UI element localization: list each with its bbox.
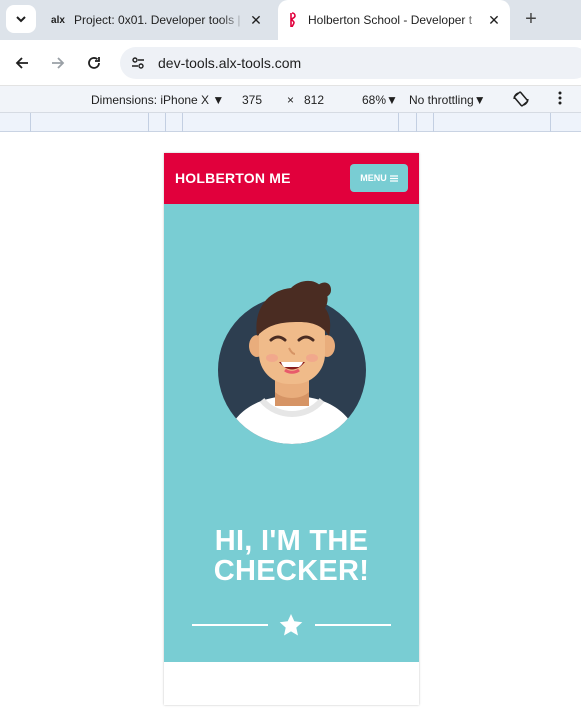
tab-title: Project: 0x01. Developer tools | <box>74 13 241 27</box>
address-bar[interactable]: dev-tools.alx-tools.com <box>120 47 581 79</box>
divider-line-left <box>192 624 268 626</box>
zoom-value: 68% <box>362 93 387 107</box>
back-arrow-icon[interactable] <box>10 51 34 75</box>
reload-icon[interactable] <box>82 51 106 75</box>
hero-section: HI, I'M THE CHECKER! <box>164 204 419 662</box>
device-toolbar: Dimensions: iPhone X ▼ 375 × 812 68%▼ No… <box>0 86 581 113</box>
width-input[interactable]: 375 <box>242 93 262 107</box>
emulated-viewport: HOLBERTON ME MENU HI, I'M THE CHECKER! <box>0 132 581 727</box>
forward-arrow-icon[interactable] <box>46 51 70 75</box>
star-icon <box>279 614 303 636</box>
tab-search-button[interactable] <box>6 5 36 33</box>
divider-line-right <box>315 624 391 626</box>
checker-avatar <box>218 280 366 444</box>
close-icon[interactable]: ✕ <box>246 10 266 30</box>
height-input[interactable]: 812 <box>304 93 324 107</box>
close-icon[interactable]: ✕ <box>484 10 504 30</box>
tab-strip: alx Project: 0x01. Developer tools | ✕ H… <box>0 0 581 40</box>
throttling-select[interactable]: No throttling▼ <box>409 93 486 107</box>
chevron-down-icon <box>16 16 26 23</box>
hamburger-icon <box>389 174 398 182</box>
caret-down-icon: ▼ <box>386 93 398 107</box>
caret-down-icon: ▼ <box>212 93 225 107</box>
dimension-separator: × <box>287 93 295 107</box>
menu-label: MENU <box>360 173 387 183</box>
media-query-ruler <box>0 113 581 132</box>
more-options-icon[interactable] <box>558 91 562 108</box>
holberton-favicon-icon <box>284 12 300 28</box>
caret-down-icon: ▼ <box>473 93 486 107</box>
menu-button[interactable]: MENU <box>350 164 408 192</box>
site-settings-icon[interactable] <box>126 51 150 75</box>
tab-holberton[interactable]: Holberton School - Developer t ✕ <box>278 0 510 40</box>
hero-title-line2: CHECKER! <box>213 555 370 587</box>
rotate-icon[interactable] <box>512 90 530 111</box>
device-label: Dimensions: iPhone X <box>91 93 210 107</box>
throttling-value: No throttling <box>409 93 474 107</box>
hero-title: HI, I'M THE CHECKER! <box>164 526 419 586</box>
site-header: HOLBERTON ME MENU <box>164 153 419 204</box>
tab-alx-project[interactable]: alx Project: 0x01. Developer tools | ✕ <box>44 0 272 40</box>
alx-favicon-icon: alx <box>51 14 65 26</box>
star-divider <box>192 614 391 636</box>
device-dimensions-select[interactable]: Dimensions: iPhone X ▼ <box>91 93 224 107</box>
device-frame: HOLBERTON ME MENU HI, I'M THE CHECKER! <box>164 153 419 705</box>
tab-title: Holberton School - Developer t <box>308 13 473 27</box>
hero-title-line1: HI, I'M THE <box>214 525 369 557</box>
new-tab-plus-icon[interactable]: + <box>520 8 542 30</box>
site-brand[interactable]: HOLBERTON ME <box>175 170 291 186</box>
url-text: dev-tools.alx-tools.com <box>158 55 302 71</box>
browser-toolbar: dev-tools.alx-tools.com <box>0 40 581 86</box>
zoom-select[interactable]: 68%▼ <box>362 93 398 107</box>
